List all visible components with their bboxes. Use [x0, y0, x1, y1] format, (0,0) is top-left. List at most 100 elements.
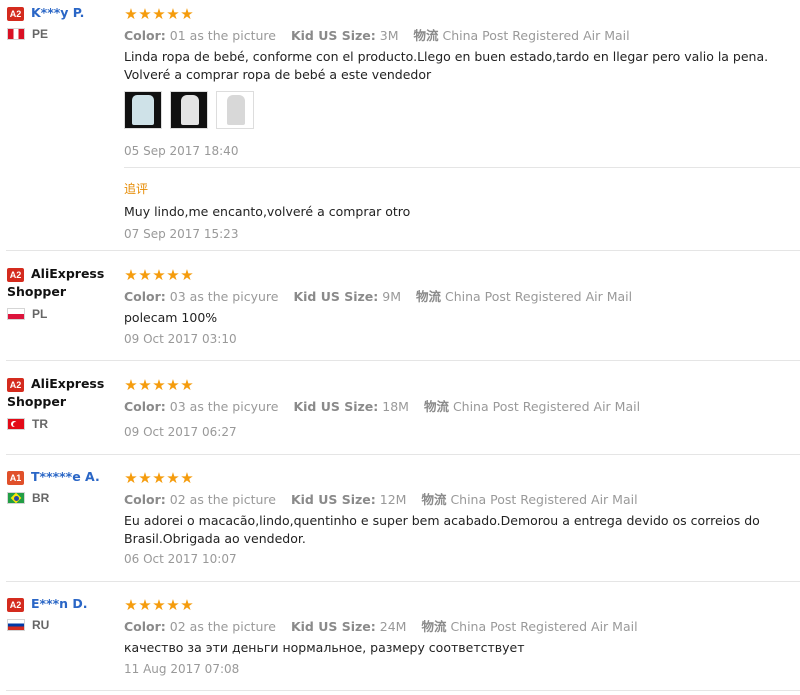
- shipping-value: China Post Registered Air Mail: [444, 289, 633, 304]
- reviewer-country: PL: [32, 307, 48, 321]
- review-date: 05 Sep 2017 18:40: [124, 144, 239, 158]
- star-icon: ★: [166, 596, 180, 614]
- followup-text: Muy lindo,me encanto,volveré a comprar o…: [124, 204, 411, 219]
- size-label: Kid US Size:: [293, 289, 379, 304]
- size-label: Kid US Size:: [290, 28, 376, 43]
- order-details: Color: 03 as the picyure Kid US Size: 9M…: [124, 286, 632, 305]
- star-icon: ★: [124, 376, 138, 394]
- size-value: 9M: [382, 289, 401, 304]
- flag-ru-icon: [7, 619, 25, 631]
- star-icon: ★: [124, 596, 138, 614]
- review-date: 09 Oct 2017 03:10: [124, 332, 237, 346]
- order-details: Color: 02 as the picture Kid US Size: 24…: [124, 616, 638, 635]
- divider: [6, 250, 800, 251]
- star-icon: ★: [124, 266, 138, 284]
- star-icon: ★: [166, 376, 180, 394]
- star-icon: ★: [180, 469, 194, 487]
- review-photos: [124, 91, 262, 129]
- flag-pl-icon: [7, 308, 25, 320]
- star-icon: ★: [138, 5, 152, 23]
- flag-br-icon: [7, 492, 25, 504]
- order-details: Color: 02 as the picture Kid US Size: 12…: [124, 489, 638, 508]
- reviewer-country: BR: [32, 491, 50, 505]
- star-icon: ★: [166, 5, 180, 23]
- color-label: Color:: [124, 399, 166, 414]
- star-rating: ★★★★★: [124, 4, 194, 23]
- color-value: 03 as the picyure: [169, 399, 279, 414]
- order-details: Color: 03 as the picyure Kid US Size: 18…: [124, 396, 640, 415]
- shipping-value: China Post Registered Air Mail: [450, 619, 638, 634]
- size-value: 3M: [379, 28, 399, 43]
- color-value: 03 as the picyure: [169, 289, 279, 304]
- star-icon: ★: [180, 5, 194, 23]
- followup-date: 07 Sep 2017 15:23: [124, 227, 239, 241]
- shipping-value: China Post Registered Air Mail: [442, 28, 630, 43]
- size-value: 12M: [379, 492, 407, 507]
- color-label: Color:: [124, 492, 166, 507]
- star-icon: ★: [180, 376, 194, 394]
- review-text: polecam 100%: [124, 310, 218, 325]
- reviewer-country: TR: [32, 417, 48, 431]
- star-icon: ★: [124, 5, 138, 23]
- shipping-label: 物流: [421, 492, 447, 507]
- reviewer-name: AliExpress: [31, 376, 105, 391]
- star-icon: ★: [152, 266, 166, 284]
- size-label: Kid US Size:: [293, 399, 379, 414]
- reviewer-info: A2 AliExpress Shopper TR: [7, 375, 117, 431]
- reviewer-name[interactable]: T*****e A.: [31, 468, 100, 486]
- star-icon: ★: [152, 5, 166, 23]
- buyer-level-badge: A1: [7, 471, 24, 485]
- shipping-label: 物流: [413, 28, 439, 43]
- divider: [124, 167, 800, 168]
- review-date: 11 Aug 2017 07:08: [124, 662, 240, 676]
- star-icon: ★: [152, 469, 166, 487]
- star-icon: ★: [124, 469, 138, 487]
- shipping-value: China Post Registered Air Mail: [450, 492, 638, 507]
- size-value: 18M: [382, 399, 409, 414]
- reviewer-name[interactable]: K***y P.: [31, 4, 84, 22]
- divider: [6, 454, 800, 455]
- star-icon: ★: [138, 469, 152, 487]
- star-rating: ★★★★★: [124, 595, 194, 614]
- review-photo-thumbnail[interactable]: [124, 91, 162, 129]
- star-icon: ★: [138, 376, 152, 394]
- star-icon: ★: [138, 266, 152, 284]
- star-icon: ★: [152, 376, 166, 394]
- star-rating: ★★★★★: [124, 265, 194, 284]
- order-details: Color: 01 as the picture Kid US Size: 3M…: [124, 25, 630, 44]
- star-icon: ★: [166, 266, 180, 284]
- review-photo-thumbnail[interactable]: [170, 91, 208, 129]
- review-text: Linda ropa de bebé, conforme con el prod…: [124, 49, 769, 82]
- reviewer-info: A2 K***y P. PE: [7, 4, 117, 41]
- review-text: качество за эти деньги нормальное, разме…: [124, 640, 525, 655]
- review-date: 09 Oct 2017 06:27: [124, 425, 237, 439]
- star-icon: ★: [152, 596, 166, 614]
- color-value: 02 as the picture: [169, 492, 276, 507]
- color-label: Color:: [124, 28, 166, 43]
- size-value: 24M: [379, 619, 407, 634]
- star-icon: ★: [166, 469, 180, 487]
- buyer-level-badge: A2: [7, 378, 24, 392]
- followup-label: 追评: [124, 182, 149, 196]
- divider: [6, 690, 800, 691]
- shipping-label: 物流: [423, 399, 449, 414]
- star-rating: ★★★★★: [124, 375, 194, 394]
- reviewer-name-line2: Shopper: [7, 284, 67, 299]
- divider: [6, 581, 800, 582]
- star-icon: ★: [180, 266, 194, 284]
- reviewer-info: A2 AliExpress Shopper PL: [7, 265, 117, 321]
- color-label: Color:: [124, 619, 166, 634]
- review-photo-thumbnail[interactable]: [216, 91, 254, 129]
- flag-tr-icon: [7, 418, 25, 430]
- reviewer-info: A1 T*****e A. BR: [7, 468, 117, 505]
- shipping-value: China Post Registered Air Mail: [452, 399, 641, 414]
- color-value: 01 as the picture: [169, 28, 276, 43]
- reviewer-name[interactable]: E***n D.: [31, 595, 88, 613]
- flag-pe-icon: [7, 28, 25, 40]
- reviewer-name-line2: Shopper: [7, 394, 67, 409]
- shipping-label: 物流: [421, 619, 447, 634]
- divider: [6, 360, 800, 361]
- reviewer-country: PE: [32, 27, 49, 41]
- color-label: Color:: [124, 289, 166, 304]
- star-icon: ★: [180, 596, 194, 614]
